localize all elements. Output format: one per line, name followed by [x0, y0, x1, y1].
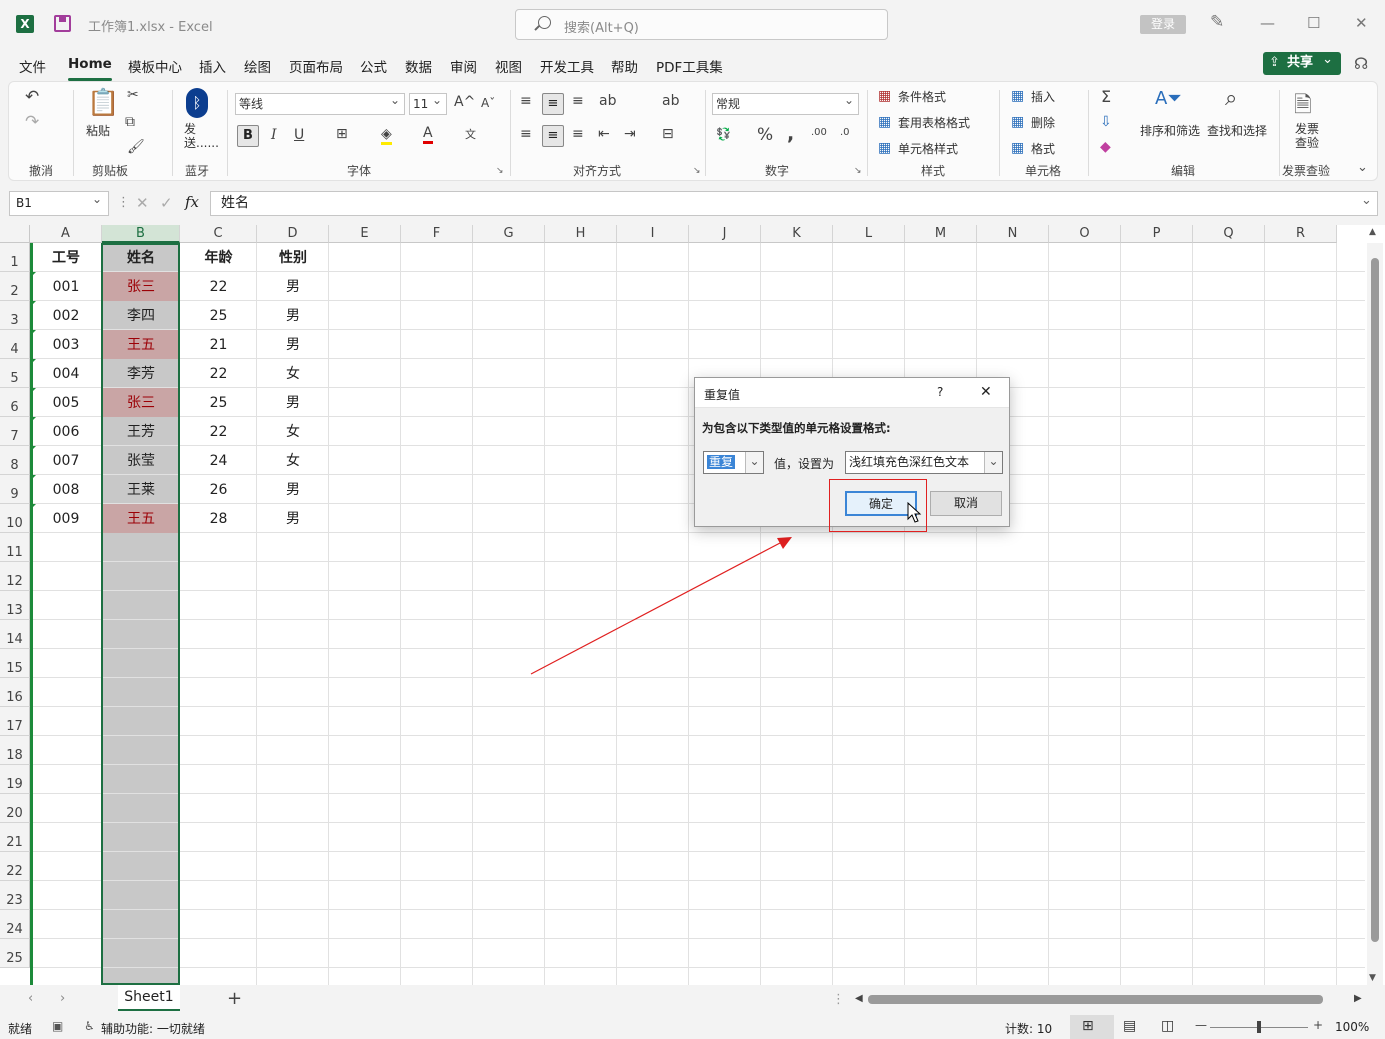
dialog-help-icon[interactable]: ? [937, 385, 943, 399]
annotation-arrow-line [530, 542, 781, 675]
cancel-button[interactable]: 取消 [930, 491, 1002, 516]
format-style-select[interactable]: 浅红填充色深红色文本 ⌄ [845, 451, 1003, 474]
value-type-select[interactable]: 重复 ⌄ [703, 451, 764, 474]
format-style-text: 浅红填充色深红色文本 [849, 455, 970, 469]
dialog-mid-text: 值，设置为 [774, 457, 835, 471]
dialog-title-bar: 重复值 ? ✕ [695, 378, 1009, 408]
dialog-title: 重复值 [704, 388, 741, 402]
value-type-text: 重复 [707, 455, 736, 469]
annotation-arrow [530, 537, 792, 675]
dialog-instruction: 为包含以下类型值的单元格设置格式: [702, 421, 891, 435]
chevron-down-icon[interactable]: ⌄ [745, 452, 763, 473]
mouse-cursor-icon [907, 502, 922, 523]
chevron-down-icon[interactable]: ⌄ [984, 452, 1002, 473]
dialog-close-icon[interactable]: ✕ [980, 384, 992, 400]
